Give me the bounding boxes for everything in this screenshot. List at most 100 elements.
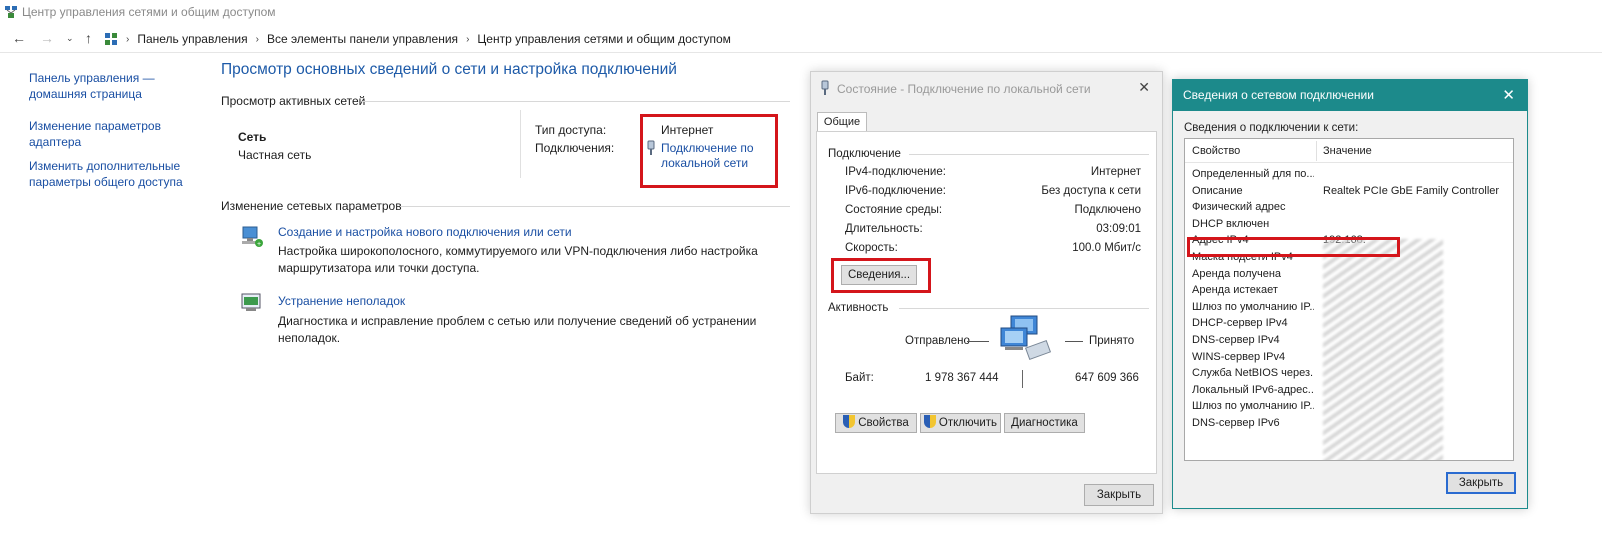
property-cell: Описание bbox=[1192, 184, 1243, 197]
ipv4-label: IPv4-подключение: bbox=[845, 166, 946, 178]
window-title: Центр управления сетями и общим доступом bbox=[22, 5, 276, 19]
troubleshoot-icon bbox=[241, 293, 261, 311]
property-cell: WINS-сервер IPv4 bbox=[1192, 350, 1286, 363]
forward-arrow-icon[interactable]: → bbox=[40, 30, 54, 46]
ethernet-plug-icon bbox=[647, 140, 655, 155]
new-connection-link[interactable]: Создание и настройка нового подключения … bbox=[278, 225, 572, 239]
property-cell: Шлюз по умолчанию IP... bbox=[1192, 400, 1314, 413]
sidebar: Панель управления — домашняя страница Из… bbox=[29, 70, 199, 206]
sidebar-item-home[interactable]: Панель управления — домашняя страница bbox=[29, 70, 159, 102]
sidebar-item-sharing-settings[interactable]: Изменить дополнительные параметры общего… bbox=[29, 158, 189, 190]
details-subtitle: Сведения о подключении к сети: bbox=[1184, 122, 1359, 134]
media-state-label: Состояние среды: bbox=[845, 204, 943, 216]
shield-icon bbox=[843, 415, 856, 428]
property-cell: Шлюз по умолчанию IP... bbox=[1192, 300, 1314, 313]
close-button[interactable]: Закрыть bbox=[1084, 484, 1154, 506]
access-type-value: Интернет bbox=[661, 123, 714, 137]
value-cell: Realtek PCIe GbE Family Controller bbox=[1323, 184, 1500, 197]
network-center-icon bbox=[5, 6, 17, 18]
property-cell: DNS-сервер IPv6 bbox=[1192, 417, 1280, 429]
close-button[interactable]: Закрыть bbox=[1446, 472, 1516, 494]
chevron-right-icon: › bbox=[126, 33, 130, 45]
computers-network-icon bbox=[1000, 315, 1052, 361]
navigation-bar: ← → ⌄ ↑ › Панель управления › Все элемен… bbox=[0, 28, 1602, 52]
bytes-label: Байт: bbox=[845, 372, 874, 384]
divider bbox=[899, 308, 1149, 309]
divider bbox=[362, 101, 790, 102]
speed-value: 100.0 Мбит/с bbox=[1072, 242, 1141, 254]
disable-button[interactable]: Отключить bbox=[920, 413, 1001, 433]
activity-heading: Активность bbox=[828, 302, 889, 314]
breadcrumb-item[interactable]: Панель управления bbox=[137, 32, 247, 46]
tab-general[interactable]: Общие bbox=[817, 112, 867, 132]
details-button[interactable]: Сведения... bbox=[841, 265, 917, 285]
redacted-area bbox=[1323, 239, 1443, 460]
control-panel-icon bbox=[105, 33, 117, 45]
column-header-value[interactable]: Значение bbox=[1323, 145, 1372, 157]
up-arrow-icon[interactable]: ↑ bbox=[85, 30, 92, 46]
tab-panel: Подключение IPv4-подключение: Интернет I… bbox=[816, 131, 1157, 474]
property-cell: Физический адрес bbox=[1192, 201, 1286, 214]
change-settings-heading: Изменение сетевых параметров bbox=[221, 199, 402, 213]
access-type-label: Тип доступа: bbox=[535, 123, 607, 137]
new-connection-description: Настройка широкополосного, коммутируемог… bbox=[278, 244, 758, 275]
sidebar-item-adapter-settings[interactable]: Изменение параметров адаптера bbox=[29, 118, 164, 150]
property-cell: Аренда истекает bbox=[1192, 284, 1278, 297]
property-cell: Определенный для по... bbox=[1192, 168, 1314, 180]
close-icon[interactable]: ✕ bbox=[1502, 86, 1515, 104]
troubleshoot-link[interactable]: Устранение неполадок bbox=[278, 294, 405, 308]
recent-dropdown-icon[interactable]: ⌄ bbox=[66, 33, 74, 44]
divider bbox=[520, 110, 521, 178]
connections-label: Подключения: bbox=[535, 141, 615, 155]
chevron-right-icon: › bbox=[466, 33, 470, 45]
active-networks-heading: Просмотр активных сетей bbox=[221, 94, 366, 108]
divider bbox=[0, 52, 1602, 53]
list-header: Свойство Значение bbox=[1185, 139, 1513, 163]
column-header-property[interactable]: Свойство bbox=[1192, 145, 1240, 157]
table-row[interactable]: DHCP включен bbox=[1185, 216, 1513, 233]
details-dialog: Сведения о сетевом подключении ✕ Сведени… bbox=[1172, 79, 1528, 509]
media-state-value: Подключено bbox=[1074, 204, 1142, 216]
property-cell: DHCP-сервер IPv4 bbox=[1192, 317, 1288, 330]
disable-button-label: Отключить bbox=[938, 417, 998, 429]
chevron-right-icon: › bbox=[255, 33, 259, 45]
svg-text:+: + bbox=[257, 241, 261, 248]
bytes-received-value: 647 609 366 bbox=[1075, 372, 1139, 384]
breadcrumb-item[interactable]: Все элементы панели управления bbox=[267, 32, 458, 46]
divider bbox=[1316, 141, 1317, 161]
bytes-sent-value: 1 978 367 444 bbox=[925, 372, 999, 384]
network-name: Сеть bbox=[238, 130, 267, 144]
details-list[interactable]: Свойство Значение Определенный для по...… bbox=[1184, 138, 1514, 461]
dialog-titlebar: Сведения о сетевом подключении ✕ bbox=[1173, 80, 1527, 111]
shield-icon bbox=[923, 415, 936, 428]
table-row[interactable]: Физический адрес bbox=[1185, 199, 1513, 216]
back-arrow-icon[interactable]: ← bbox=[12, 30, 26, 46]
duration-value: 03:09:01 bbox=[1096, 223, 1141, 235]
connection-link[interactable]: Подключение по локальной сети bbox=[661, 141, 771, 171]
received-label: Принято bbox=[1089, 335, 1135, 347]
diagnose-button[interactable]: Диагностика bbox=[1004, 413, 1085, 433]
connection-heading: Подключение bbox=[828, 148, 901, 160]
property-cell: DHCP включен bbox=[1192, 217, 1270, 230]
table-row[interactable]: Определенный для по... bbox=[1185, 166, 1513, 183]
ethernet-plug-icon bbox=[821, 80, 829, 95]
close-icon[interactable]: ✕ bbox=[1138, 79, 1150, 96]
ipv6-label: IPv6-подключение: bbox=[845, 185, 946, 197]
divider bbox=[1022, 370, 1023, 388]
dialog-title: Сведения о сетевом подключении bbox=[1183, 88, 1374, 102]
status-dialog: Состояние - Подключение по локальной сет… bbox=[810, 71, 1163, 514]
ipv4-value: Интернет bbox=[1090, 166, 1141, 178]
network-type-link[interactable]: Частная сеть bbox=[238, 148, 311, 162]
properties-button[interactable]: Свойства bbox=[835, 413, 917, 433]
highlight-box bbox=[1187, 237, 1400, 257]
horizontal-scrollbar[interactable] bbox=[1185, 454, 1513, 460]
address-bar[interactable]: › Панель управления › Все элементы панел… bbox=[104, 28, 1600, 50]
duration-label: Длительность: bbox=[845, 223, 923, 235]
page-title: Просмотр основных сведений о сети и наст… bbox=[221, 61, 677, 78]
divider bbox=[967, 341, 989, 342]
speed-label: Скорость: bbox=[845, 242, 898, 254]
property-cell: Аренда получена bbox=[1192, 267, 1282, 280]
table-row[interactable]: Описание Realtek PCIe GbE Family Controll… bbox=[1185, 183, 1513, 200]
breadcrumb-item[interactable]: Центр управления сетями и общим доступом bbox=[477, 32, 731, 46]
sent-label: Отправлено bbox=[905, 335, 970, 347]
